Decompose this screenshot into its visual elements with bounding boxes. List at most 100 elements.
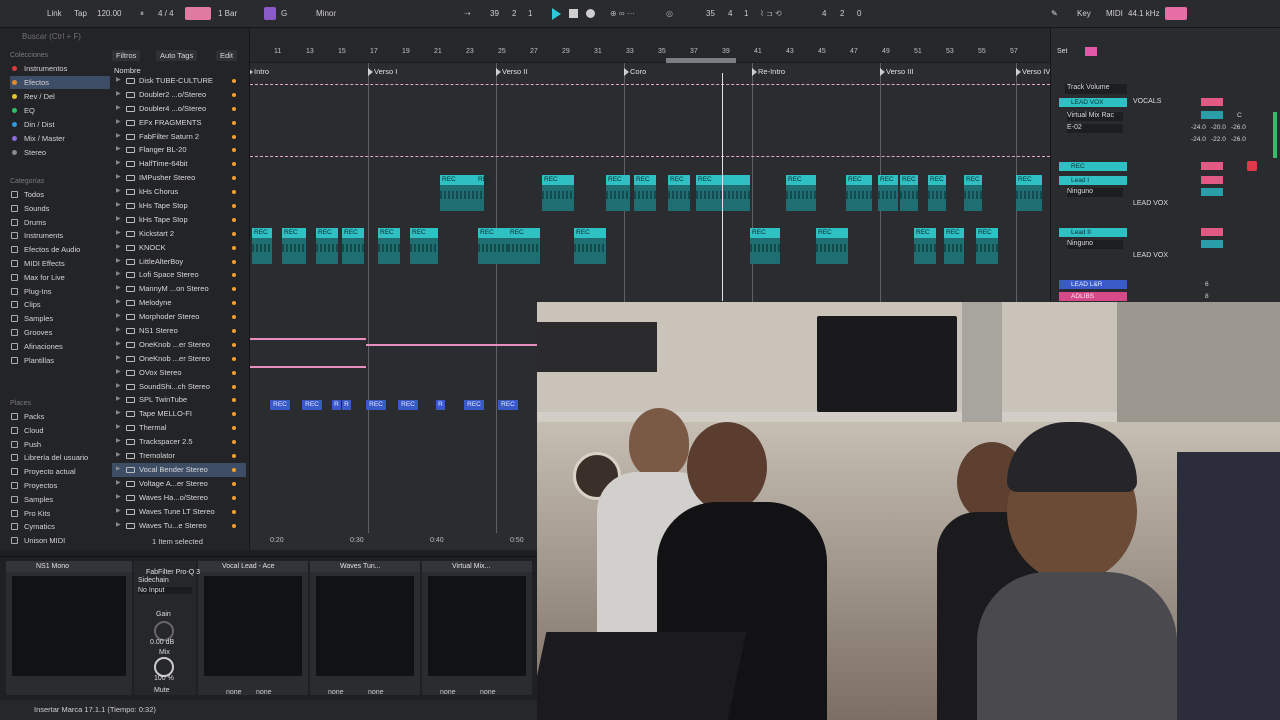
audio-clip[interactable]: REC xyxy=(964,175,982,211)
expand-arrow-icon[interactable]: ▶ xyxy=(116,491,121,505)
device-proq3[interactable]: Vocal Lead - Ace none none xyxy=(198,561,308,696)
audio-clip[interactable]: REC xyxy=(976,228,998,264)
expand-arrow-icon[interactable]: ▶ xyxy=(116,213,121,227)
expand-arrow-icon[interactable]: ▶ xyxy=(116,199,121,213)
draw-mode-icon[interactable]: ✎ xyxy=(1051,9,1058,18)
file-row[interactable]: ▶ Tape MELLO-FI xyxy=(112,407,246,421)
device-waves-tune[interactable]: Waves Tun... none none xyxy=(310,561,420,696)
file-row[interactable]: ▶ Disk TUBE-CULTURE xyxy=(112,74,246,88)
file-row[interactable]: ▶ Voltage A...er Stereo xyxy=(112,477,246,491)
scale-select[interactable]: Minor xyxy=(316,9,336,18)
file-row[interactable]: ▶ KNOCK xyxy=(112,241,246,255)
expand-arrow-icon[interactable]: ▶ xyxy=(116,74,121,88)
category-item[interactable]: Plantillas xyxy=(10,354,110,367)
file-row[interactable]: ▶ HalfTime-64bit xyxy=(112,157,246,171)
playhead[interactable] xyxy=(722,73,723,301)
file-row[interactable]: ▶ SPL TwinTube xyxy=(112,393,246,407)
loop-brace[interactable] xyxy=(666,58,736,63)
lead-vox-pan[interactable]: C xyxy=(1237,112,1242,119)
file-row[interactable]: ▶ OneKnob ...er Stereo xyxy=(112,338,246,352)
audio-clip[interactable]: REC xyxy=(928,175,946,211)
device-ns1[interactable]: NS1 Mono xyxy=(6,561,132,695)
expand-arrow-icon[interactable]: ▶ xyxy=(116,324,121,338)
midi-clip[interactable]: R xyxy=(342,400,351,410)
filter-button[interactable]: Filtros xyxy=(112,50,141,61)
track-adlibs[interactable]: ADLIBS xyxy=(1059,292,1127,301)
send-b[interactable]: -20.0 xyxy=(1211,124,1226,131)
file-row[interactable]: ▶ Doubler2 ...o/Stereo xyxy=(112,88,246,102)
expand-arrow-icon[interactable]: ▶ xyxy=(116,116,121,130)
midi-clip[interactable]: REC xyxy=(270,400,290,410)
audio-clip[interactable]: REC xyxy=(634,175,656,211)
device-virtual-mix[interactable]: Virtual Mix... none none xyxy=(422,561,532,696)
preset-select[interactable]: E-02 xyxy=(1067,124,1123,133)
tempo-field[interactable]: 120.00 xyxy=(97,9,121,18)
lead-vox-output[interactable]: VOCALS xyxy=(1133,98,1161,105)
auto-tags-button[interactable]: Auto Tags xyxy=(156,50,198,61)
audio-clip[interactable]: REC xyxy=(816,228,848,264)
sidechain-input[interactable]: No Input xyxy=(138,587,192,594)
arm-record-icon[interactable] xyxy=(1247,161,1257,171)
place-item[interactable]: Samples xyxy=(10,493,110,506)
file-row[interactable]: ▶ LittleAlterBoy xyxy=(112,255,246,269)
send-c2[interactable]: -26.0 xyxy=(1231,136,1246,143)
audio-clip[interactable]: REC xyxy=(508,228,540,264)
file-row[interactable]: ▶ Waves Ha...o/Stereo xyxy=(112,491,246,505)
capture-icon[interactable]: ◎ xyxy=(666,9,673,18)
category-item[interactable]: Todos xyxy=(10,188,110,201)
midi-clip[interactable]: REC xyxy=(366,400,386,410)
category-item[interactable]: Clips xyxy=(10,298,110,311)
audio-clip[interactable]: REC xyxy=(282,228,306,264)
edit-button[interactable]: Edit xyxy=(216,50,237,61)
place-item[interactable]: Push xyxy=(10,438,110,451)
device-select-b[interactable]: none xyxy=(480,689,496,696)
expand-arrow-icon[interactable]: ▶ xyxy=(116,421,121,435)
midi-clip[interactable]: REC xyxy=(302,400,322,410)
locator-marker[interactable]: Coro xyxy=(623,67,646,76)
audio-clip[interactable]: REC xyxy=(476,175,492,211)
expand-arrow-icon[interactable]: ▶ xyxy=(116,380,121,394)
lead-i-output[interactable]: LEAD VOX xyxy=(1133,200,1168,207)
audio-clip[interactable]: REC xyxy=(410,228,438,264)
expand-arrow-icon[interactable]: ▶ xyxy=(116,282,121,296)
locator-marker[interactable]: Verso II xyxy=(495,67,527,76)
expand-arrow-icon[interactable]: ▶ xyxy=(116,143,121,157)
category-item[interactable]: Sounds xyxy=(10,202,110,215)
expand-arrow-icon[interactable]: ▶ xyxy=(116,407,121,421)
audio-clip[interactable]: REC xyxy=(944,228,964,264)
punch-in-icon[interactable]: ⌇ ⊐ ⟲ xyxy=(760,9,782,18)
quantize-select[interactable]: 1 Bar xyxy=(218,9,237,18)
audio-clip[interactable]: REC xyxy=(786,175,816,211)
category-item[interactable]: Samples xyxy=(10,312,110,325)
audio-clip[interactable]: REC xyxy=(440,175,476,211)
metronome-icon[interactable]: ⏸ xyxy=(140,9,144,19)
device-select-a[interactable]: none xyxy=(440,689,456,696)
expand-arrow-icon[interactable]: ▶ xyxy=(116,130,121,144)
expand-arrow-icon[interactable]: ▶ xyxy=(116,255,121,269)
category-item[interactable]: Drums xyxy=(10,216,110,229)
file-row[interactable]: ▶ Melodyne xyxy=(112,296,246,310)
locator-marker[interactable]: Intro xyxy=(250,67,269,76)
expand-arrow-icon[interactable]: ▶ xyxy=(116,366,121,380)
audio-clip[interactable]: REC xyxy=(878,175,898,211)
expand-arrow-icon[interactable]: ▶ xyxy=(116,268,121,282)
place-item[interactable]: Cymatics xyxy=(10,520,110,533)
track-rec[interactable]: REC xyxy=(1059,162,1127,171)
file-row[interactable]: ▶ kHs Chorus xyxy=(112,185,246,199)
file-row[interactable]: ▶ Trackspacer 2.5 xyxy=(112,435,246,449)
midi-clip[interactable]: R xyxy=(332,400,341,410)
place-item[interactable]: Pro Kits xyxy=(10,507,110,520)
locator-marker[interactable]: Verso IV xyxy=(1015,67,1050,76)
lead-i-input[interactable]: Ninguno xyxy=(1067,188,1123,197)
automation-envelope[interactable] xyxy=(250,366,366,368)
audio-clip[interactable]: REC xyxy=(914,228,936,264)
automation-envelope[interactable] xyxy=(250,338,366,340)
set-pink-toggle[interactable] xyxy=(1085,47,1097,56)
loop-start-sixteenth[interactable]: 1 xyxy=(744,9,748,18)
audio-clip[interactable]: REC xyxy=(668,175,690,211)
audio-clip[interactable]: REC xyxy=(378,228,400,264)
audio-clip[interactable]: REC xyxy=(316,228,338,264)
audio-clip[interactable]: REC xyxy=(252,228,272,264)
link-button[interactable]: Link xyxy=(47,9,62,18)
expand-arrow-icon[interactable]: ▶ xyxy=(116,241,121,255)
